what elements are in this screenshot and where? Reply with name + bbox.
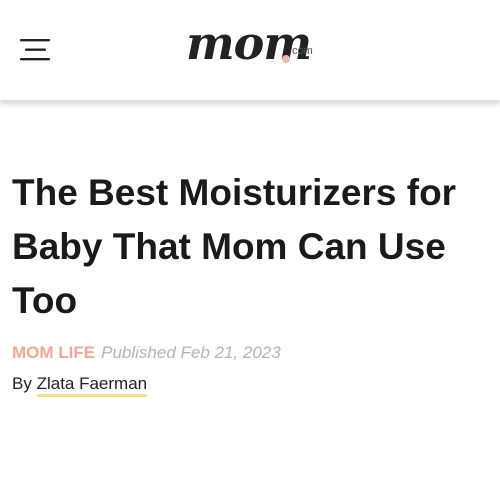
byline: By Zlata Faerman [12, 372, 148, 398]
byline-prefix: By [12, 374, 32, 393]
published-date: Published Feb 21, 2023 [101, 343, 281, 362]
article-meta: MOM LIFE Published Feb 21, 2023 [12, 341, 281, 365]
author-link[interactable]: Zlata Faerman [36, 374, 148, 397]
logo-suffix: .com [289, 45, 313, 57]
page: mom .com The Best Moisturizers for Baby … [0, 0, 500, 500]
article-title: The Best Moisturizers for Baby That Mom … [12, 172, 457, 321]
hamburger-menu-icon [20, 39, 50, 61]
menu-button[interactable] [20, 38, 52, 62]
site-header: mom .com [0, 0, 500, 100]
logo-wordmark: mom [186, 16, 312, 70]
site-logo[interactable]: mom .com [186, 14, 336, 78]
category-link[interactable]: MOM LIFE [12, 343, 95, 362]
